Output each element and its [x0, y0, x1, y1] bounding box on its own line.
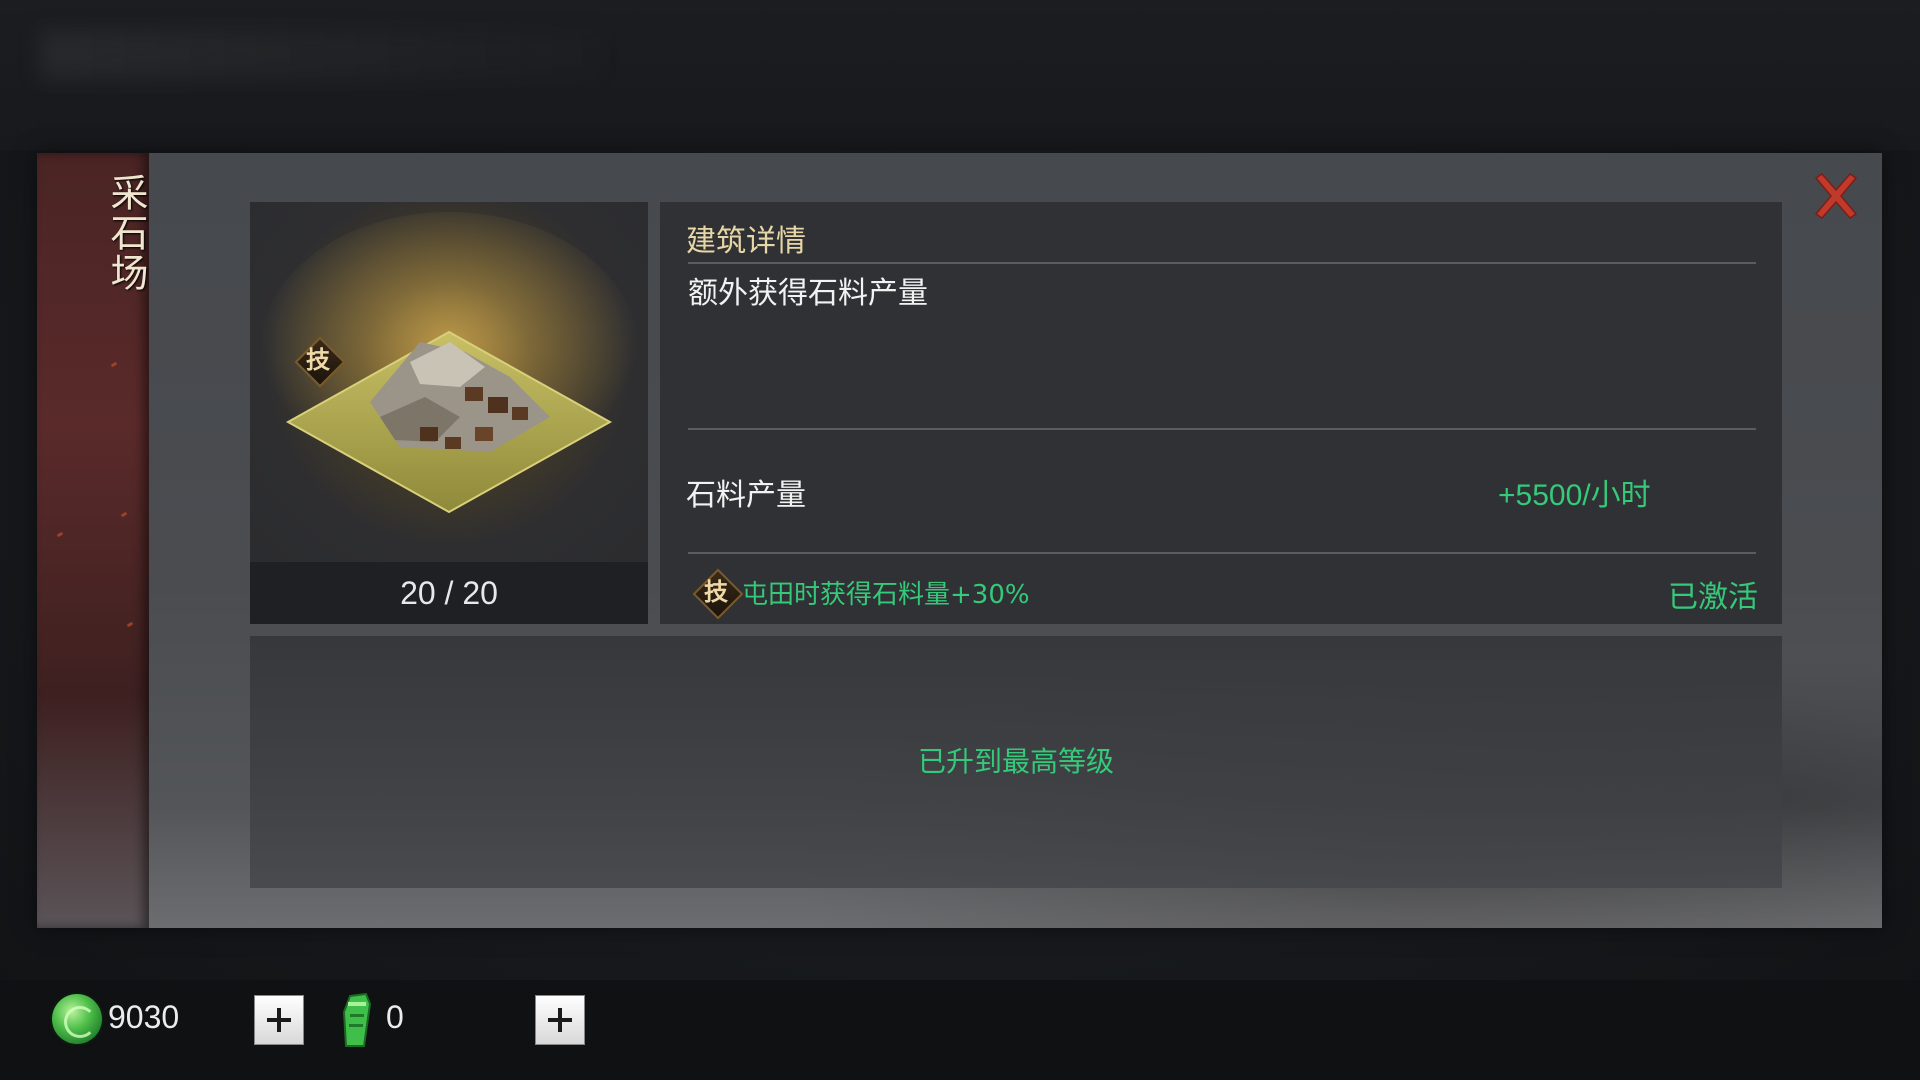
- green-scroll-icon: [336, 992, 380, 1048]
- divider: [688, 428, 1756, 430]
- detail-description: 额外获得石料产量: [688, 276, 928, 311]
- max-level-text: 已升到最高等级: [917, 745, 1114, 778]
- ember-decoration: [56, 531, 64, 538]
- building-level: 20 / 20: [250, 562, 648, 624]
- jade-value: 9030: [108, 999, 180, 1035]
- jade-coin-icon: [52, 994, 102, 1044]
- ember-decoration: [110, 361, 118, 368]
- detail-title: 建筑详情: [686, 224, 806, 259]
- screen: 采石场 技 20 / 20 建筑详情 额外获得石料产量 石料产量 +5500/小…: [0, 0, 1920, 1080]
- add-jade-button[interactable]: [254, 995, 304, 1045]
- stat-value: +5500/小时: [1498, 479, 1651, 512]
- building-image: 技: [250, 202, 648, 562]
- tech-badge-icon: 技: [692, 568, 744, 620]
- tech-bonus-text: 屯田时获得石料量+30%: [742, 580, 1030, 610]
- divider: [688, 262, 1756, 264]
- stat-label: 石料产量: [686, 478, 806, 513]
- tech-badge-icon: 技: [294, 336, 346, 388]
- building-name: 采石场: [104, 173, 148, 293]
- ember-decoration: [120, 511, 128, 518]
- background-header: [0, 0, 1920, 150]
- upgrade-panel: 已升到最高等级: [250, 636, 1782, 888]
- token-value: 0: [386, 999, 404, 1035]
- tech-status: 已激活: [1668, 580, 1758, 615]
- ember-decoration: [126, 621, 134, 628]
- building-image-panel: 技 20 / 20: [250, 202, 648, 624]
- building-detail-panel: 建筑详情 额外获得石料产量 石料产量 +5500/小时 技 屯田时获得石料量+3…: [660, 202, 1782, 624]
- close-button[interactable]: [1808, 168, 1864, 224]
- background-ghost-text: [40, 30, 600, 80]
- add-token-button[interactable]: [535, 995, 585, 1045]
- quarry-illustration: [259, 212, 639, 514]
- tech-bonus-row: 技 屯田时获得石料量+30% 已激活: [692, 568, 1758, 620]
- divider: [688, 552, 1756, 554]
- title-banner: 采石场: [37, 153, 149, 928]
- close-x-icon: [1814, 173, 1858, 219]
